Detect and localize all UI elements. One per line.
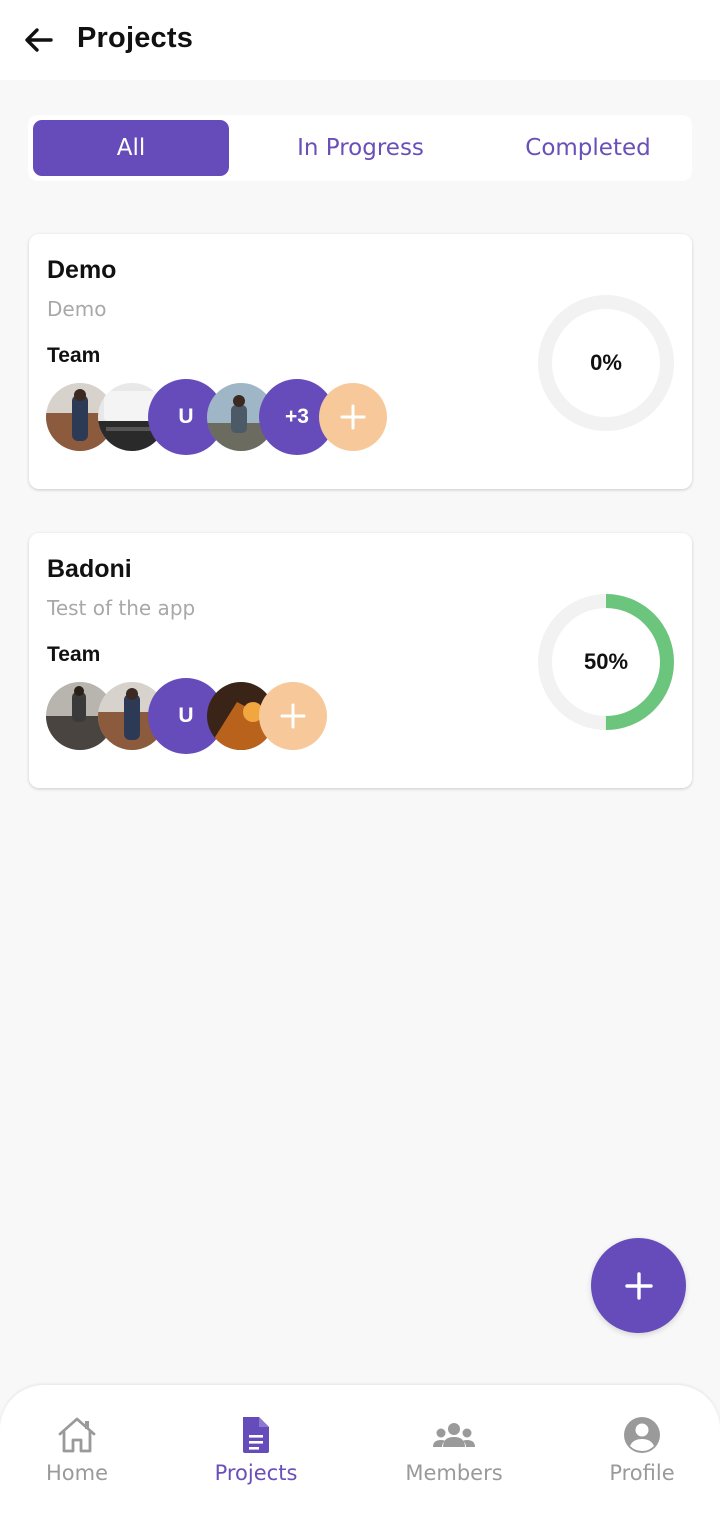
nav-projects[interactable]: Projects: [181, 1415, 331, 1485]
nav-home[interactable]: Home: [2, 1415, 152, 1485]
project-name: Demo: [47, 256, 117, 284]
plus-icon: [624, 1271, 653, 1300]
add-member-button[interactable]: [259, 682, 327, 750]
nav-label: Profile: [609, 1461, 675, 1485]
group-icon: [433, 1423, 475, 1447]
project-description: Test of the app: [47, 596, 196, 620]
team-label: Team: [47, 643, 101, 666]
add-member-button[interactable]: [319, 383, 387, 451]
nav-members[interactable]: Members: [379, 1415, 529, 1485]
back-button[interactable]: [18, 20, 58, 60]
tab-all[interactable]: All: [33, 120, 229, 176]
account-circle-icon: [624, 1417, 660, 1453]
filter-tabs: All In Progress Completed: [28, 115, 692, 181]
progress-percent: 50%: [583, 649, 629, 674]
team-label: Team: [47, 344, 101, 367]
project-card-badoni[interactable]: Badoni Test of the app Team U 50%: [29, 533, 692, 788]
project-card-demo[interactable]: Demo Demo Team U +3 0%: [29, 234, 692, 489]
nav-profile[interactable]: Profile: [567, 1415, 717, 1485]
arrow-left-icon: [25, 28, 53, 52]
plus-icon: [280, 703, 306, 729]
home-icon: [58, 1417, 96, 1453]
tab-in-progress[interactable]: In Progress: [258, 120, 463, 176]
progress-percent: 0%: [590, 350, 622, 375]
page-title: Projects: [77, 22, 194, 54]
nav-label: Members: [405, 1461, 503, 1485]
tab-completed[interactable]: Completed: [488, 120, 688, 176]
add-project-button[interactable]: [591, 1238, 686, 1333]
team-avatars: U: [46, 678, 446, 754]
nav-label: Home: [45, 1461, 108, 1485]
bottom-navigation: Home Projects Members Profile: [0, 1385, 720, 1522]
plus-icon: [340, 404, 366, 430]
team-avatars: U +3: [46, 379, 446, 455]
project-name: Badoni: [47, 555, 132, 583]
project-description: Demo: [47, 297, 107, 321]
top-app-bar: Projects: [0, 0, 720, 80]
nav-label: Projects: [214, 1461, 298, 1485]
document-icon: [243, 1417, 269, 1453]
